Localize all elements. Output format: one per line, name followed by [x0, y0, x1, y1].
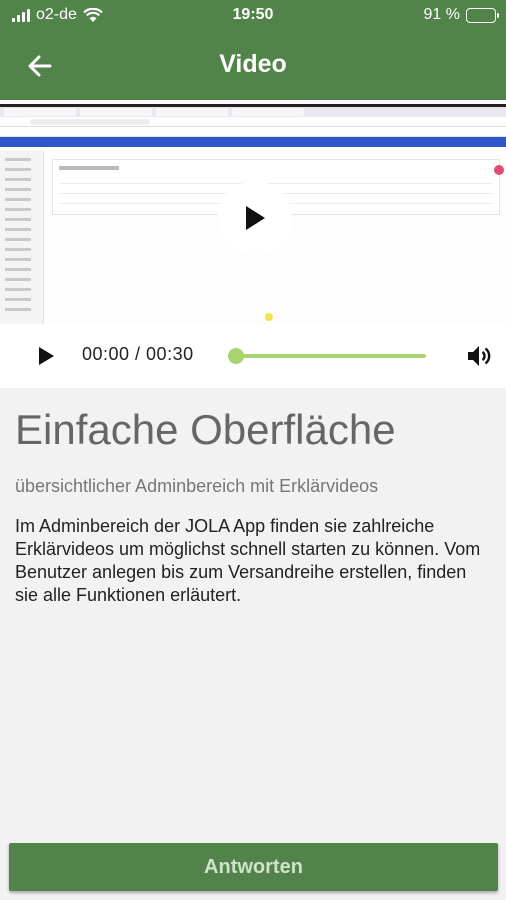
video-frame[interactable]	[0, 104, 506, 324]
screencast-add-button	[494, 165, 504, 175]
seek-bar[interactable]	[236, 354, 426, 358]
content-subtitle: übersichtlicher Adminbereich mit Erklärv…	[15, 476, 379, 496]
browser-tabs	[0, 107, 506, 117]
browser-bookmarks	[0, 127, 506, 137]
volume-icon[interactable]	[465, 342, 493, 370]
app-header: o2-de 19:50 91 % Video	[0, 0, 506, 100]
page-title: Video	[219, 50, 287, 78]
browser-address-bar	[0, 117, 506, 127]
battery-group: 91 %	[423, 6, 499, 24]
battery-percent: 91 %	[423, 6, 460, 23]
screencast-cursor	[265, 313, 273, 321]
seek-handle[interactable]	[228, 348, 244, 364]
status-bar: o2-de 19:50 91 %	[0, 0, 506, 32]
content-body: Im Adminbereich der JOLA App finden sie …	[15, 516, 481, 605]
answer-button[interactable]: Antworten	[9, 843, 498, 891]
video-player[interactable]: 00:00 / 00:30	[0, 100, 506, 388]
play-icon	[246, 206, 265, 230]
time-display: 00:00 / 00:30	[82, 344, 194, 364]
screencast-app-bar	[0, 137, 506, 147]
content-section: Einfache Oberfläche übersichtlicher Admi…	[0, 388, 506, 607]
content-heading: Einfache Oberfläche	[15, 406, 396, 453]
play-button[interactable]	[34, 344, 58, 368]
video-play-overlay[interactable]	[218, 181, 292, 255]
video-controls: 00:00 / 00:30	[0, 324, 506, 388]
screencast-sidebar	[0, 151, 44, 324]
battery-icon	[466, 7, 499, 23]
